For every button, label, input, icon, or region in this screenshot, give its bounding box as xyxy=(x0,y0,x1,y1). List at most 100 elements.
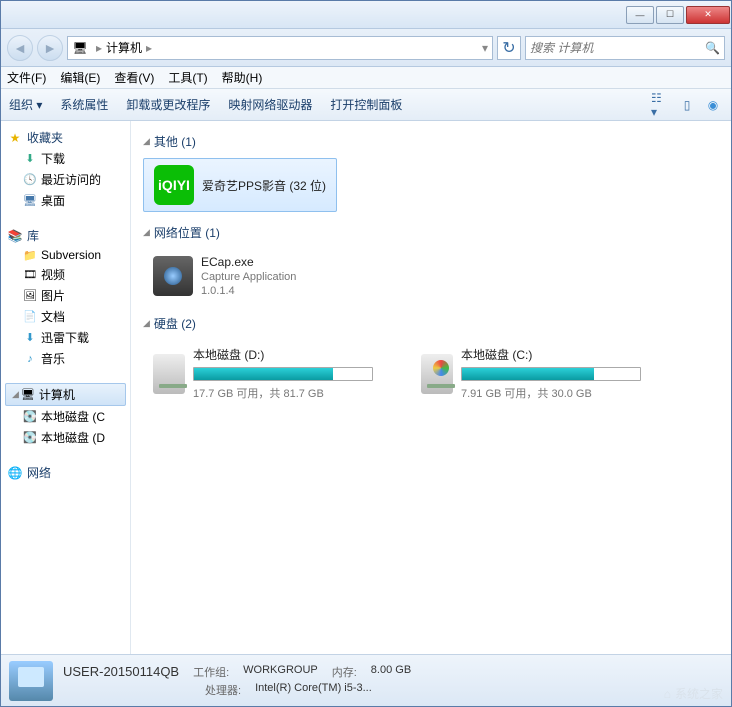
navbar: ◄ ► 🖥 ▸ 计算机 ▸ ▾ ↻ 🔍 xyxy=(1,29,731,67)
item-title: 爱奇艺PPS影音 (32 位) xyxy=(202,177,326,194)
sidebar-libraries: 📚 库 📁Subversion 🎞视频 🖼图片 📄文档 ⬇迅雷下载 ♪音乐 xyxy=(1,225,130,369)
sidebar-computer-header[interactable]: ◢ 🖥 计算机 xyxy=(5,383,126,406)
item-iqiyi[interactable]: iQIYI 爱奇艺PPS影音 (32 位) xyxy=(143,158,337,212)
sidebar-item-drive-d[interactable]: 💽本地磁盘 (D xyxy=(1,427,130,448)
nav-forward-button[interactable]: ► xyxy=(37,35,63,61)
network-icon: 🌐 xyxy=(7,465,23,481)
nav-back-button[interactable]: ◄ xyxy=(7,35,33,61)
sidebar-item-music[interactable]: ♪音乐 xyxy=(1,348,130,369)
drive-icon: 💽 xyxy=(23,410,37,424)
sidebar-item-thunder[interactable]: ⬇迅雷下载 xyxy=(1,327,130,348)
video-icon: 🎞 xyxy=(23,268,37,282)
dropdown-icon[interactable]: ▾ xyxy=(482,41,488,55)
desktop-icon: 🖥 xyxy=(23,194,37,208)
menu-help[interactable]: 帮助(H) xyxy=(222,69,263,86)
search-icon[interactable]: 🔍 xyxy=(705,41,720,55)
window-controls: — ☐ ✕ xyxy=(625,6,731,24)
item-title: ECap.exe xyxy=(201,255,296,269)
group-disks[interactable]: ◢硬盘 (2) xyxy=(143,315,719,332)
refresh-button[interactable]: ↻ xyxy=(497,36,521,60)
star-icon: ★ xyxy=(7,130,23,146)
sidebar-item-downloads[interactable]: ⬇下载 xyxy=(1,148,130,169)
folder-icon: 📁 xyxy=(23,248,37,262)
item-drive-c[interactable]: 本地磁盘 (C:) 7.91 GB 可用，共 30.0 GB xyxy=(411,340,651,407)
drive-title: 本地磁盘 (C:) xyxy=(461,346,641,363)
item-drive-d[interactable]: 本地磁盘 (D:) 17.7 GB 可用，共 81.7 GB xyxy=(143,340,383,407)
menu-edit[interactable]: 编辑(E) xyxy=(60,69,100,86)
download-icon: ⬇ xyxy=(23,152,37,166)
toolbar-map-drive[interactable]: 映射网络驱动器 xyxy=(228,96,312,113)
watermark: ⌂ 系统之家 xyxy=(664,685,723,702)
menubar: 文件(F) 编辑(E) 查看(V) 工具(T) 帮助(H) xyxy=(1,67,731,89)
menu-tools[interactable]: 工具(T) xyxy=(168,69,207,86)
maximize-button[interactable]: ☐ xyxy=(656,6,684,24)
drive-usage-bar xyxy=(193,367,373,381)
expand-icon[interactable]: ◢ xyxy=(12,389,19,400)
group-network-location[interactable]: ◢网络位置 (1) xyxy=(143,224,719,241)
collapse-icon: ◢ xyxy=(143,136,150,147)
group-other[interactable]: ◢其他 (1) xyxy=(143,133,719,150)
hard-drive-icon xyxy=(421,354,453,394)
sidebar-libraries-header[interactable]: 📚 库 xyxy=(1,225,130,246)
menu-view[interactable]: 查看(V) xyxy=(114,69,154,86)
picture-icon: 🖼 xyxy=(23,289,37,303)
drive-icon: 💽 xyxy=(23,431,37,445)
close-button[interactable]: ✕ xyxy=(686,6,730,24)
sidebar-computer: ◢ 🖥 计算机 💽本地磁盘 (C 💽本地磁盘 (D xyxy=(1,383,130,448)
status-computer-name: USER-20150114QB xyxy=(63,664,179,680)
sidebar-item-drive-c[interactable]: 💽本地磁盘 (C xyxy=(1,406,130,427)
body: ★ 收藏夹 ⬇下载 🕓最近访问的 🖥桌面 📚 库 📁Subversion 🎞视频… xyxy=(1,121,731,654)
sidebar-item-desktop[interactable]: 🖥桌面 xyxy=(1,190,130,211)
toolbar-organize[interactable]: 组织 ▾ xyxy=(9,96,42,113)
sidebar-favorites-header[interactable]: ★ 收藏夹 xyxy=(1,127,130,148)
recent-icon: 🕓 xyxy=(23,173,37,187)
drive-usage-bar xyxy=(461,367,641,381)
sidebar-favorites: ★ 收藏夹 ⬇下载 🕓最近访问的 🖥桌面 xyxy=(1,127,130,211)
computer-large-icon xyxy=(9,661,53,701)
titlebar: — ☐ ✕ xyxy=(1,1,731,29)
sidebar-item-videos[interactable]: 🎞视频 xyxy=(1,264,130,285)
drive-info: 7.91 GB 可用，共 30.0 GB xyxy=(461,385,641,401)
sidebar-network-header[interactable]: 🌐 网络 xyxy=(1,462,130,483)
help-icon[interactable]: ◉ xyxy=(703,95,723,115)
sidebar-item-recent[interactable]: 🕓最近访问的 xyxy=(1,169,130,190)
computer-icon: 🖥 xyxy=(21,388,35,402)
house-icon: ⌂ xyxy=(664,687,671,701)
view-mode-icon[interactable]: ☷ ▾ xyxy=(651,95,671,115)
toolbar-uninstall[interactable]: 卸载或更改程序 xyxy=(126,96,210,113)
computer-icon: 🖥 xyxy=(72,40,88,56)
status-memory-label: 内存: xyxy=(332,664,357,680)
menu-file[interactable]: 文件(F) xyxy=(7,69,46,86)
collapse-icon: ◢ xyxy=(143,318,150,329)
sidebar-network: 🌐 网络 xyxy=(1,462,130,483)
sidebar-item-documents[interactable]: 📄文档 xyxy=(1,306,130,327)
status-workgroup: WORKGROUP xyxy=(243,664,318,680)
hard-drive-icon xyxy=(153,354,185,394)
sidebar-item-subversion[interactable]: 📁Subversion xyxy=(1,246,130,264)
thunder-icon: ⬇ xyxy=(23,331,37,345)
status-workgroup-label: 工作组: xyxy=(193,664,229,680)
preview-pane-icon[interactable]: ▯ xyxy=(677,95,697,115)
breadcrumb[interactable]: 🖥 ▸ 计算机 ▸ ▾ xyxy=(67,36,493,60)
chevron-right-icon: ▸ xyxy=(146,41,152,55)
chevron-right-icon: ▸ xyxy=(96,41,102,55)
sidebar-item-pictures[interactable]: 🖼图片 xyxy=(1,285,130,306)
status-cpu: Intel(R) Core(TM) i5-3... xyxy=(255,682,372,698)
statusbar: USER-20150114QB 工作组: WORKGROUP 内存: 8.00 … xyxy=(1,654,731,706)
breadcrumb-item[interactable]: 计算机 xyxy=(106,39,142,56)
toolbar: 组织 ▾ 系统属性 卸载或更改程序 映射网络驱动器 打开控制面板 ☷ ▾ ▯ ◉ xyxy=(1,89,731,121)
item-version: 1.0.1.4 xyxy=(201,285,296,297)
search-box[interactable]: 🔍 xyxy=(525,36,725,60)
toolbar-control-panel[interactable]: 打开控制面板 xyxy=(330,96,402,113)
minimize-button[interactable]: — xyxy=(626,6,654,24)
explorer-window: — ☐ ✕ ◄ ► 🖥 ▸ 计算机 ▸ ▾ ↻ 🔍 文件(F) 编辑(E) 查看… xyxy=(0,0,732,707)
item-ecap[interactable]: ECap.exe Capture Application 1.0.1.4 xyxy=(143,249,306,303)
drive-info: 17.7 GB 可用，共 81.7 GB xyxy=(193,385,373,401)
toolbar-system-properties[interactable]: 系统属性 xyxy=(60,96,108,113)
library-icon: 📚 xyxy=(7,228,23,244)
collapse-icon: ◢ xyxy=(143,227,150,238)
iqiyi-icon: iQIYI xyxy=(154,165,194,205)
sidebar: ★ 收藏夹 ⬇下载 🕓最近访问的 🖥桌面 📚 库 📁Subversion 🎞视频… xyxy=(1,121,131,654)
item-subtitle: Capture Application xyxy=(201,271,296,283)
search-input[interactable] xyxy=(530,41,705,55)
